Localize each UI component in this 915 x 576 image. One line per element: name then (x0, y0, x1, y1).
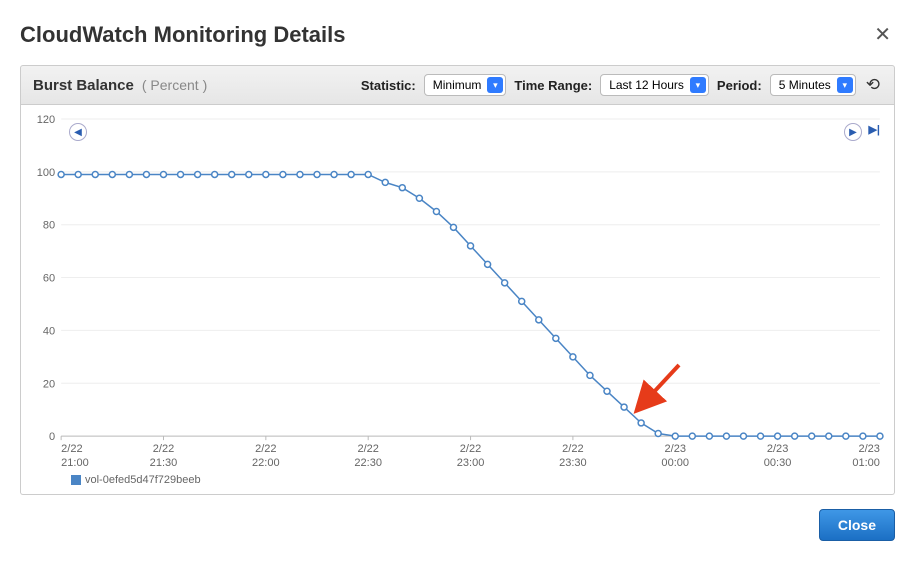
period-label: Period: (717, 78, 762, 93)
svg-text:2/23: 2/23 (665, 443, 686, 455)
chevron-down-icon: ▾ (690, 77, 706, 93)
svg-text:23:00: 23:00 (457, 457, 485, 469)
period-value: 5 Minutes (779, 78, 831, 92)
svg-text:22:00: 22:00 (252, 457, 280, 469)
chart-controls: Burst Balance ( Percent ) Statistic: Min… (20, 65, 895, 105)
metric-name: Burst Balance (33, 77, 134, 94)
svg-text:20: 20 (43, 378, 55, 390)
legend-swatch (71, 475, 81, 485)
svg-text:60: 60 (43, 273, 55, 285)
svg-text:2/22: 2/22 (61, 443, 82, 455)
timerange-label: Time Range: (514, 78, 592, 93)
svg-text:40: 40 (43, 325, 55, 337)
timerange-select[interactable]: Last 12 Hours ▾ (600, 74, 709, 96)
svg-text:2/23: 2/23 (767, 443, 788, 455)
statistic-select[interactable]: Minimum ▾ (424, 74, 507, 96)
chart-legend: vol-0efed5d47f729beeb (71, 474, 201, 486)
line-chart: 0 20 40 60 80 100 120 2/22 21:00 2/22 21:30 2/22 22:… (21, 105, 894, 494)
metric-unit: ( Percent ) (142, 77, 207, 93)
statistic-value: Minimum (433, 78, 482, 92)
svg-text:21:30: 21:30 (150, 457, 178, 469)
chevron-down-icon: ▾ (487, 77, 503, 93)
svg-text:80: 80 (43, 220, 55, 232)
close-button[interactable]: Close (819, 509, 895, 541)
close-icon[interactable]: ✕ (870, 18, 895, 51)
svg-text:100: 100 (37, 167, 55, 179)
svg-text:00:00: 00:00 (661, 457, 689, 469)
svg-text:22:30: 22:30 (354, 457, 382, 469)
statistic-label: Statistic: (361, 78, 416, 93)
chevron-down-icon: ▾ (837, 77, 853, 93)
svg-text:2/22: 2/22 (153, 443, 174, 455)
svg-text:23:30: 23:30 (559, 457, 587, 469)
legend-series-name: vol-0efed5d47f729beeb (85, 474, 201, 486)
timerange-value: Last 12 Hours (609, 78, 684, 92)
svg-text:2/23: 2/23 (858, 443, 879, 455)
svg-text:2/22: 2/22 (460, 443, 481, 455)
chart-area: ◀ ▶ ▶| 0204060801001202/2221:002/2221:30… (20, 105, 895, 495)
svg-text:2/22: 2/22 (255, 443, 276, 455)
svg-text:01:00: 01:00 (852, 457, 880, 469)
svg-text:0: 0 (49, 431, 55, 443)
svg-text:2/22: 2/22 (562, 443, 583, 455)
svg-text:120: 120 (37, 114, 55, 126)
page-title: CloudWatch Monitoring Details (20, 22, 346, 48)
svg-text:21:00: 21:00 (61, 457, 89, 469)
svg-text:2/22: 2/22 (357, 443, 378, 455)
refresh-icon[interactable]: ⟲ (864, 75, 882, 95)
svg-text:00:30: 00:30 (764, 457, 792, 469)
period-select[interactable]: 5 Minutes ▾ (770, 74, 856, 96)
